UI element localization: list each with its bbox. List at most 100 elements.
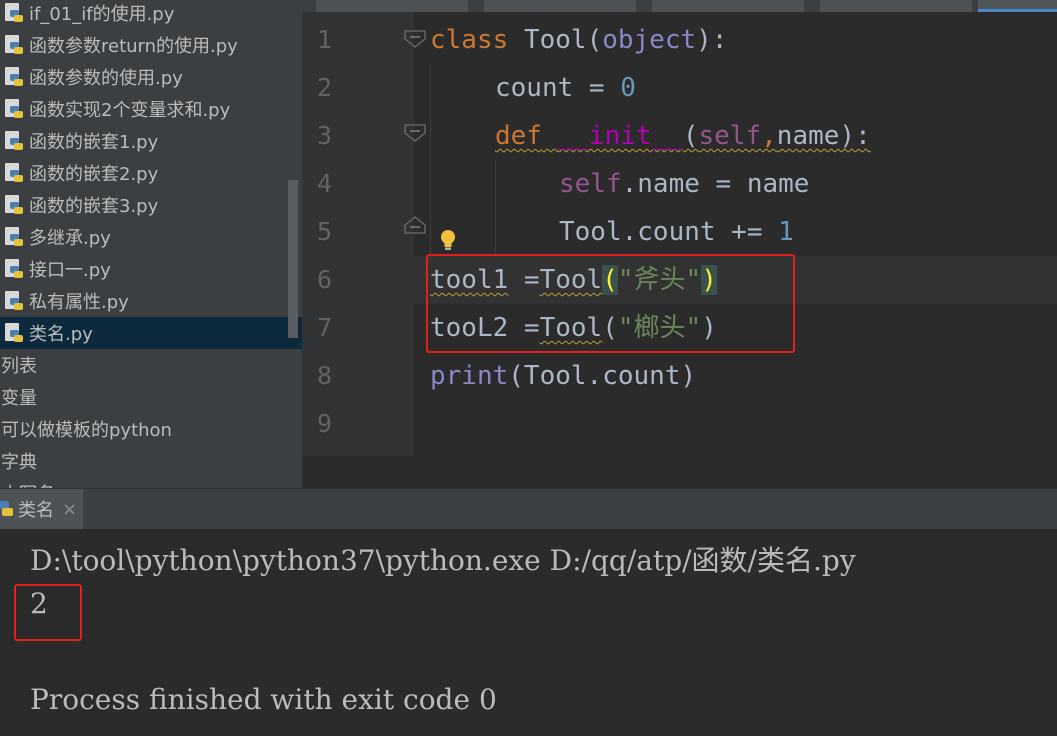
editor-empty-area bbox=[302, 456, 1057, 488]
number-literal: 1 bbox=[778, 217, 794, 247]
tree-file-item[interactable]: 类名.py bbox=[0, 317, 302, 349]
variable: count bbox=[495, 73, 574, 103]
code-text: Tool.count += bbox=[559, 217, 779, 247]
param: name bbox=[776, 121, 840, 151]
python-run-icon bbox=[0, 501, 13, 516]
tree-scrollbar[interactable] bbox=[288, 180, 298, 338]
tree-item-label: 函数的嵌套2.py bbox=[29, 164, 159, 185]
python-file-icon bbox=[5, 67, 23, 86]
tree-folder-item[interactable]: 字典 bbox=[0, 445, 302, 477]
tree-item-label: 函数的嵌套3.py bbox=[29, 196, 159, 217]
line-number: 5 bbox=[316, 217, 332, 246]
python-file-icon bbox=[5, 131, 23, 150]
code-line-2[interactable]: count = 0 bbox=[495, 64, 636, 112]
tree-folder-item[interactable]: 变量 bbox=[0, 381, 302, 413]
tree-item-label: 字典 bbox=[1, 452, 37, 473]
self-param: self bbox=[698, 121, 762, 151]
run-console[interactable]: D:\tool\python\python37\python.exe D:/qq… bbox=[0, 529, 1057, 736]
method-name: __init__ bbox=[557, 121, 683, 151]
punct: ): bbox=[696, 25, 728, 55]
python-file-icon bbox=[5, 99, 23, 118]
tree-folder-item[interactable]: 小写名 bbox=[0, 477, 302, 488]
tree-file-item[interactable]: 函数的嵌套3.py bbox=[0, 189, 302, 221]
editor-tab[interactable] bbox=[316, 0, 468, 12]
tree-folder-item[interactable]: 可以做模板的python bbox=[0, 413, 302, 445]
tree-item-label: 函数参数return的使用.py bbox=[29, 36, 238, 57]
tree-file-item[interactable]: 接口一.py bbox=[0, 253, 302, 285]
line-number: 4 bbox=[316, 169, 332, 198]
python-file-icon bbox=[5, 163, 23, 182]
code-line-4[interactable]: self.name = name bbox=[559, 160, 809, 208]
self-ref: self bbox=[559, 169, 622, 199]
tree-item-label: 函数的嵌套1.py bbox=[29, 132, 159, 153]
punct: ( bbox=[682, 121, 699, 151]
tree-item-label: if_01_if的使用.py bbox=[29, 4, 175, 25]
class-name: Tool bbox=[523, 25, 587, 55]
tree-item-label: 多继承.py bbox=[29, 228, 111, 249]
run-tab[interactable]: 类名 × bbox=[0, 489, 84, 529]
keyword: class bbox=[430, 25, 509, 55]
tree-item-label: 列表 bbox=[1, 356, 37, 377]
line-number: 7 bbox=[316, 313, 332, 342]
punct: , bbox=[761, 121, 777, 151]
console-line: D:\tool\python\python37\python.exe D:/qq… bbox=[30, 544, 856, 577]
tree-file-item[interactable]: 多继承.py bbox=[0, 221, 302, 253]
tree-item-label: 变量 bbox=[1, 388, 37, 409]
tree-item-label: 接口一.py bbox=[29, 260, 111, 281]
fold-marker-icon[interactable] bbox=[404, 124, 426, 142]
tree-folder-item[interactable]: 列表 bbox=[0, 349, 302, 381]
tree-file-item[interactable]: 函数参数的使用.py bbox=[0, 61, 302, 93]
tree-file-item[interactable]: 函数实现2个变量求和.py bbox=[0, 93, 302, 125]
python-file-icon bbox=[5, 35, 23, 54]
run-tab-label: 类名 bbox=[18, 500, 54, 521]
line-number: 3 bbox=[316, 121, 332, 150]
code-line-5[interactable]: Tool.count += 1 bbox=[559, 208, 794, 256]
editor-tab[interactable] bbox=[820, 0, 972, 12]
editor-tab-active[interactable] bbox=[978, 0, 1057, 12]
keyword: def bbox=[495, 121, 542, 151]
editor-tab[interactable] bbox=[652, 0, 804, 12]
python-file-icon bbox=[5, 195, 23, 214]
punct: ( bbox=[586, 25, 603, 55]
fold-marker-icon[interactable] bbox=[404, 30, 426, 48]
tree-file-item[interactable]: if_01_if的使用.py bbox=[0, 0, 302, 29]
tree-file-item[interactable]: 函数参数return的使用.py bbox=[0, 29, 302, 61]
highlight-box-code bbox=[426, 254, 795, 353]
code-line-1[interactable]: class Tool(object): bbox=[430, 16, 727, 64]
tree-item-label: 类名.py bbox=[29, 324, 93, 345]
tree-file-item[interactable]: 函数的嵌套1.py bbox=[0, 125, 302, 157]
builtin-function: print bbox=[430, 361, 509, 391]
indent-guide bbox=[430, 64, 431, 260]
code-text: .name = name bbox=[621, 169, 810, 199]
line-number: 1 bbox=[316, 25, 332, 54]
editor-tab-strip bbox=[302, 0, 1057, 12]
tree-item-label: 私有属性.py bbox=[29, 292, 129, 313]
tree-item-label: 函数参数的使用.py bbox=[29, 68, 183, 89]
number-literal: 0 bbox=[620, 73, 636, 103]
python-file-icon bbox=[5, 323, 23, 342]
editor-tab[interactable] bbox=[484, 0, 636, 12]
base-class: object bbox=[602, 25, 697, 55]
punct: ): bbox=[839, 121, 871, 151]
python-file-icon bbox=[5, 259, 23, 278]
line-number: 6 bbox=[316, 265, 332, 294]
lightbulb-icon[interactable] bbox=[438, 228, 458, 252]
tree-file-item[interactable]: 私有属性.py bbox=[0, 285, 302, 317]
python-file-icon bbox=[5, 3, 23, 22]
code-line-3[interactable]: def __init__(self,name): bbox=[495, 112, 871, 160]
python-file-icon bbox=[5, 227, 23, 246]
close-icon[interactable]: × bbox=[62, 499, 77, 520]
run-panel-header: 类名 × bbox=[0, 488, 1057, 529]
line-number: 2 bbox=[316, 73, 332, 102]
tree-item-label: 小写名 bbox=[1, 480, 55, 488]
line-number: 9 bbox=[316, 409, 332, 438]
code-line-8[interactable]: print(Tool.count) bbox=[430, 352, 696, 400]
fold-end-marker-icon[interactable] bbox=[404, 216, 426, 234]
tree-file-item[interactable]: 函数的嵌套2.py bbox=[0, 157, 302, 189]
console-line: Process finished with exit code 0 bbox=[30, 683, 497, 716]
highlight-box-output bbox=[14, 584, 82, 641]
operator: = bbox=[573, 73, 621, 103]
project-tree: if_01_if的使用.py 函数参数return的使用.py 函数参数的使用.py… bbox=[0, 0, 302, 488]
tree-item-label: 可以做模板的python bbox=[1, 420, 172, 441]
